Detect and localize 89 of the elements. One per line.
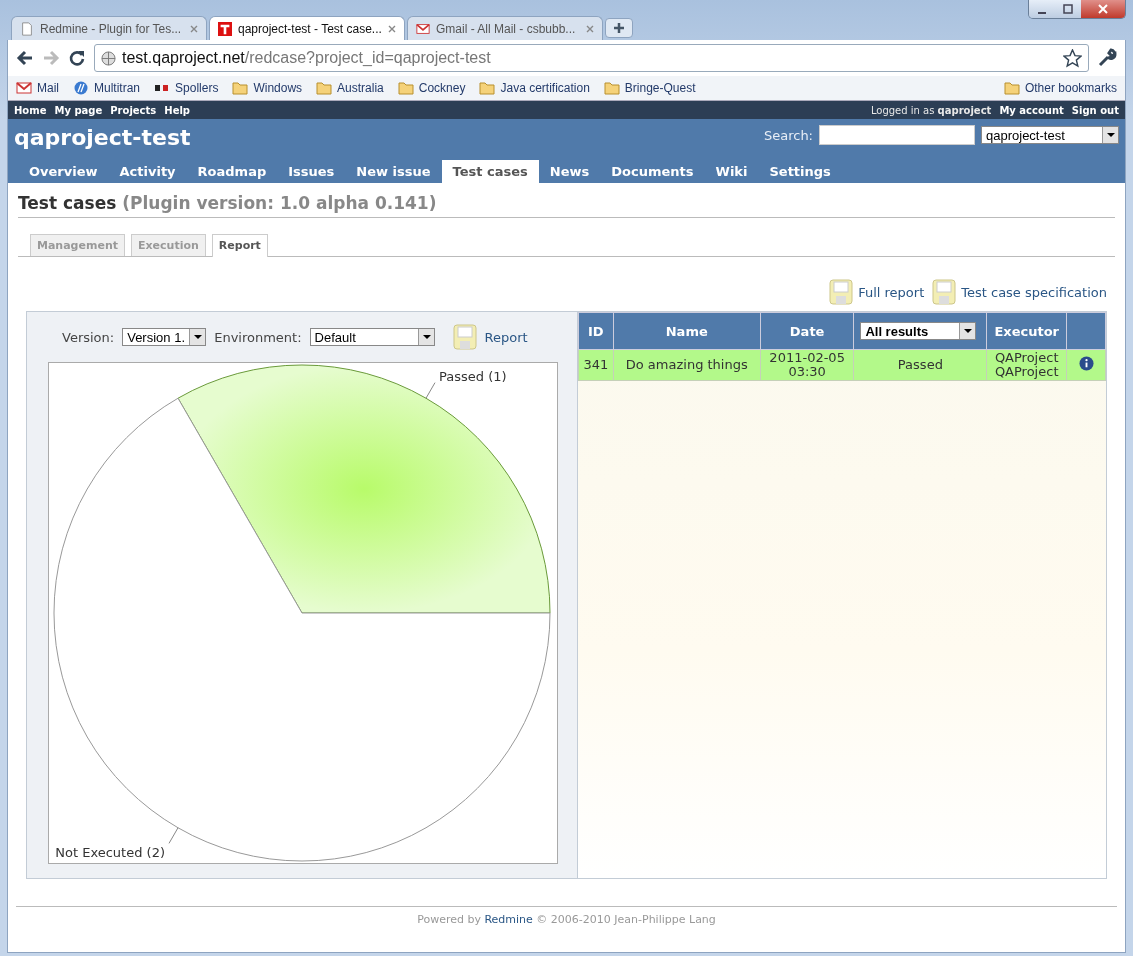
top-menu-link[interactable]: Home xyxy=(14,104,47,116)
table-cell-line: QAProject xyxy=(993,365,1060,379)
report-link[interactable]: Test case specification xyxy=(961,284,1107,300)
plus-icon xyxy=(613,22,625,34)
project-title: qaproject-test xyxy=(14,125,191,150)
table-cell: Passed xyxy=(853,349,987,381)
close-icon[interactable] xyxy=(190,24,198,33)
globe-icon xyxy=(73,81,89,95)
project-menu-tab[interactable]: Activity xyxy=(108,160,187,183)
folder-icon xyxy=(603,81,620,95)
close-icon[interactable] xyxy=(586,24,594,33)
environment-label: Environment: xyxy=(214,329,302,345)
column-header[interactable]: ID xyxy=(578,312,614,350)
project-menu-tab[interactable]: Test cases xyxy=(441,160,539,183)
leader-line xyxy=(425,382,436,399)
envelope-icon xyxy=(16,81,32,95)
version-select[interactable]: Version 1. xyxy=(122,328,207,346)
star-icon[interactable] xyxy=(1063,48,1082,68)
folder-icon xyxy=(479,81,496,95)
column-header[interactable]: Executor xyxy=(986,312,1067,350)
project-menu-tab[interactable]: Overview xyxy=(18,160,109,183)
bookmark[interactable]: Mail xyxy=(16,81,59,95)
bookmark[interactable]: Australia xyxy=(316,81,384,95)
folder-icon xyxy=(316,81,333,95)
bookmark[interactable]: Java certification xyxy=(479,81,590,95)
letter-t-icon xyxy=(218,21,232,36)
project-select[interactable]: qaproject-test xyxy=(981,126,1119,144)
result-filter-select[interactable]: All results xyxy=(860,322,977,340)
project-menu-tab[interactable]: Issues xyxy=(277,160,346,183)
slice-label: Passed (1) xyxy=(439,368,507,384)
top-menu-link[interactable]: Help xyxy=(164,104,191,116)
bookmark[interactable]: Cockney xyxy=(397,81,466,95)
browser-tab[interactable]: Redmine - Plugin for Tes... xyxy=(11,16,207,40)
project-menu-tab[interactable]: News xyxy=(538,160,601,183)
folder-icon xyxy=(1003,81,1020,95)
version-label: Version: xyxy=(62,329,115,345)
column-header[interactable]: Name xyxy=(613,312,761,350)
project-menu-tab[interactable]: Documents xyxy=(600,160,705,183)
column-header[interactable]: Date xyxy=(760,312,854,350)
maximize-icon xyxy=(1062,3,1074,15)
project-menu-tab[interactable]: Settings xyxy=(758,160,842,183)
bookmark[interactable]: Spollers xyxy=(154,81,219,95)
new-tab-button[interactable] xyxy=(605,18,633,38)
maximize-button[interactable] xyxy=(1055,0,1081,18)
footer-text: Powered by Redmine © 2006-2010 Jean-Philippe Lang xyxy=(417,913,716,926)
bookmark[interactable]: Other bookmarks xyxy=(1003,81,1117,95)
address-bar[interactable]: test.qaproject.net/redcase?project_id=qaproject-test xyxy=(94,44,1089,72)
bookmark[interactable]: Multitran xyxy=(73,81,141,95)
top-menu-link[interactable]: My account xyxy=(999,104,1064,116)
slice-label: Not Executed (2) xyxy=(55,845,165,861)
project-menu-tab[interactable]: Roadmap xyxy=(186,160,278,183)
page-icon xyxy=(20,21,34,36)
search-field[interactable] xyxy=(819,125,975,145)
envelope-icon xyxy=(416,21,430,36)
sub-tab[interactable]: Report xyxy=(211,234,268,257)
top-menu-link[interactable]: Sign out xyxy=(1071,104,1119,116)
redmine-link[interactable]: Redmine xyxy=(484,913,533,926)
report-link[interactable]: Report xyxy=(484,329,528,345)
wrench-icon[interactable] xyxy=(1097,48,1117,68)
project-menu-tab[interactable]: Wiki xyxy=(704,160,759,183)
table-cell-line: 2011-02-05 xyxy=(768,351,846,365)
logged-in-text: Logged in as qaproject xyxy=(870,104,992,116)
reload-icon[interactable] xyxy=(68,49,86,67)
top-menu-link[interactable]: Projects xyxy=(110,104,157,116)
leader-line xyxy=(168,827,179,844)
bookmark[interactable]: Windows xyxy=(232,81,303,95)
back-arrow-icon[interactable] xyxy=(16,49,34,67)
minimize-button[interactable] xyxy=(1029,0,1055,18)
minimize-icon xyxy=(1038,12,1046,14)
top-menu-link[interactable]: My page xyxy=(54,104,103,116)
browser-tab[interactable]: qaproject-test - Test case... xyxy=(209,16,405,40)
bookmark[interactable]: Bringe-Quest xyxy=(603,81,696,95)
globe-icon xyxy=(101,50,116,66)
table-cell: 341 xyxy=(578,349,614,381)
table-cell: Do amazing things xyxy=(613,349,761,381)
browser-tab[interactable]: Gmail - All Mail - csbubb... xyxy=(407,16,603,40)
table-cell-line: QAProject xyxy=(993,351,1060,365)
project-menu-tab[interactable]: New issue xyxy=(345,160,442,183)
folder-icon xyxy=(397,81,414,95)
report-link[interactable]: Full report xyxy=(858,284,925,300)
environment-select[interactable]: Default xyxy=(309,328,435,346)
info-icon[interactable] xyxy=(1078,356,1094,371)
close-icon[interactable] xyxy=(388,24,396,33)
close-window-button[interactable] xyxy=(1081,0,1125,18)
search-label: Search: xyxy=(763,127,813,143)
folder-icon xyxy=(232,81,249,95)
table-cell-line: 03:30 xyxy=(787,365,827,379)
page-heading: Test cases (Plugin version: 1.0 alpha 0.141) xyxy=(18,193,1115,218)
close-icon xyxy=(1097,3,1109,15)
